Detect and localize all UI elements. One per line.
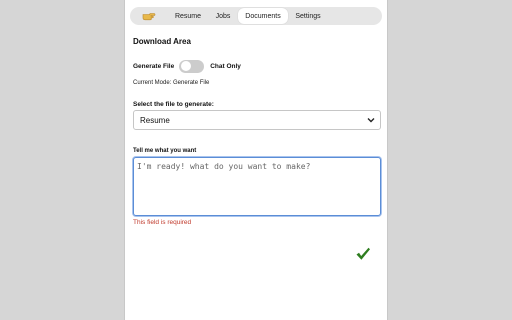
mode-toggle-row: Generate File Chat Only bbox=[133, 59, 241, 73]
file-select-value: Resume bbox=[140, 115, 170, 125]
prompt-label: Tell me what you want bbox=[133, 148, 197, 154]
prompt-textarea[interactable] bbox=[133, 157, 381, 216]
tab-jobs[interactable]: Jobs bbox=[208, 7, 238, 25]
extension-panel: Resume Jobs Documents Settings Download … bbox=[124, 0, 388, 320]
toggle-left-label: Generate File bbox=[133, 62, 175, 70]
tab-documents[interactable]: Documents bbox=[238, 8, 288, 24]
file-select-label: Select the file to generate: bbox=[133, 101, 214, 108]
chevron-down-icon bbox=[367, 118, 375, 123]
tab-resume[interactable]: Resume bbox=[168, 7, 208, 25]
section-title: Download Area bbox=[133, 37, 191, 46]
hand-pointing-icon[interactable] bbox=[130, 7, 168, 25]
checkmark-icon[interactable] bbox=[355, 246, 371, 262]
toggle-right-label: Chat Only bbox=[210, 62, 241, 70]
error-message: This field is required bbox=[133, 219, 192, 226]
file-select[interactable]: Resume bbox=[133, 110, 381, 130]
tab-settings[interactable]: Settings bbox=[288, 7, 328, 25]
toggle-knob bbox=[180, 61, 191, 71]
mode-toggle-switch[interactable] bbox=[179, 59, 205, 73]
current-mode-text: Current Mode: Generate File bbox=[133, 80, 210, 86]
tab-bar: Resume Jobs Documents Settings bbox=[130, 7, 382, 25]
